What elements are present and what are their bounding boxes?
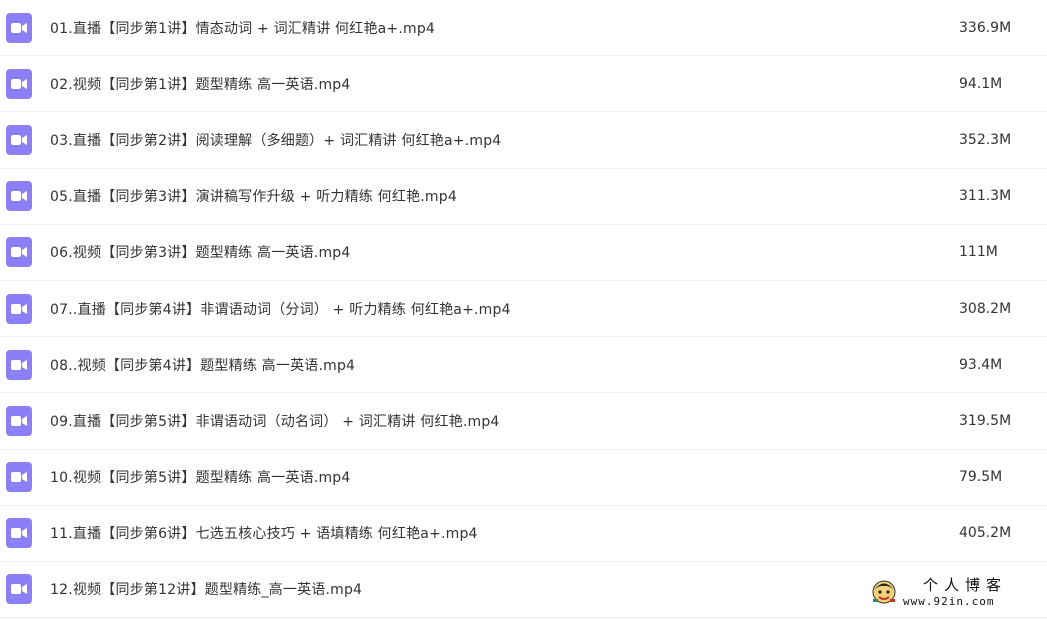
video-file-icon [6, 237, 32, 268]
file-size: 352.3M [959, 131, 1012, 148]
file-row[interactable]: 07..直播【同步第4讲】非谓语动词（分词） + 听力精练 何红艳a+.mp4 3… [0, 281, 1047, 338]
file-name[interactable]: 08..视频【同步第4讲】题型精练 高一英语.mp4 [50, 355, 355, 375]
watermark-title: 个人博客 [923, 576, 1008, 594]
watermark: 个人博客 www.92in.com [871, 573, 1031, 613]
watermark-url: www.92in.com [903, 595, 995, 608]
file-name[interactable]: 11.直播【同步第6讲】七选五核心技巧 + 语填精练 何红艳a+.mp4 [50, 523, 478, 543]
file-size: 405.2M [959, 525, 1012, 542]
video-file-icon [6, 462, 32, 493]
file-name[interactable]: 09.直播【同步第5讲】非谓语动词（动名词） + 词汇精讲 何红艳.mp4 [50, 411, 500, 431]
file-row[interactable]: 08..视频【同步第4讲】题型精练 高一英语.mp4 93.4M [0, 337, 1047, 394]
file-name[interactable]: 06.视频【同步第3讲】题型精练 高一英语.mp4 [50, 242, 351, 262]
file-name[interactable]: 02.视频【同步第1讲】题型精练 高一英语.mp4 [50, 74, 351, 94]
video-file-icon [6, 124, 32, 155]
file-row[interactable]: 01.直播【同步第1讲】情态动词 + 词汇精讲 何红艳a+.mp4 336.9M [0, 0, 1047, 57]
file-row[interactable]: 11.直播【同步第6讲】七选五核心技巧 + 语填精练 何红艳a+.mp4 405.… [0, 506, 1047, 562]
cartoon-face-icon [872, 580, 896, 604]
file-row[interactable]: 10.视频【同步第5讲】题型精练 高一英语.mp4 79.5M [0, 450, 1047, 506]
video-file-icon [6, 574, 32, 605]
video-file-icon [6, 181, 32, 212]
video-file-icon [6, 68, 32, 99]
file-size: 311.3M [959, 188, 1012, 205]
file-name[interactable]: 10.视频【同步第5讲】题型精练 高一英语.mp4 [50, 467, 351, 487]
file-size: 336.9M [959, 19, 1012, 36]
file-size: 319.5M [959, 412, 1012, 429]
video-file-icon [6, 12, 32, 43]
video-file-icon [6, 349, 32, 380]
file-size: 79.5M [959, 469, 1003, 486]
file-row[interactable]: 02.视频【同步第1讲】题型精练 高一英语.mp4 94.1M [0, 56, 1047, 113]
file-row[interactable]: 09.直播【同步第5讲】非谓语动词（动名词） + 词汇精讲 何红艳.mp4 319… [0, 393, 1047, 450]
file-name[interactable]: 12.视频【同步第12讲】题型精练_高一英语.mp4 [50, 579, 362, 599]
file-name[interactable]: 03.直播【同步第2讲】阅读理解（多细题）+ 词汇精讲 何红艳a+.mp4 [50, 130, 501, 150]
file-name[interactable]: 01.直播【同步第1讲】情态动词 + 词汇精讲 何红艳a+.mp4 [50, 18, 435, 38]
file-row[interactable]: 03.直播【同步第2讲】阅读理解（多细题）+ 词汇精讲 何红艳a+.mp4 352… [0, 112, 1047, 169]
video-file-icon [6, 518, 32, 549]
file-size: 111M [959, 244, 998, 261]
file-row[interactable]: 06.视频【同步第3讲】题型精练 高一英语.mp4 111M [0, 225, 1047, 281]
file-size: 93.4M [959, 356, 1003, 373]
file-name[interactable]: 05.直播【同步第3讲】演讲稿写作升级 + 听力精练 何红艳.mp4 [50, 186, 457, 206]
file-list: 01.直播【同步第1讲】情态动词 + 词汇精讲 何红艳a+.mp4 336.9M 0… [0, 0, 1047, 619]
file-size: 308.2M [959, 300, 1012, 317]
video-file-icon [6, 405, 32, 436]
video-file-icon [6, 293, 32, 324]
file-name[interactable]: 07..直播【同步第4讲】非谓语动词（分词） + 听力精练 何红艳a+.mp4 [50, 299, 511, 319]
file-size: 94.1M [959, 75, 1003, 92]
file-row[interactable]: 05.直播【同步第3讲】演讲稿写作升级 + 听力精练 何红艳.mp4 311.3M [0, 169, 1047, 225]
